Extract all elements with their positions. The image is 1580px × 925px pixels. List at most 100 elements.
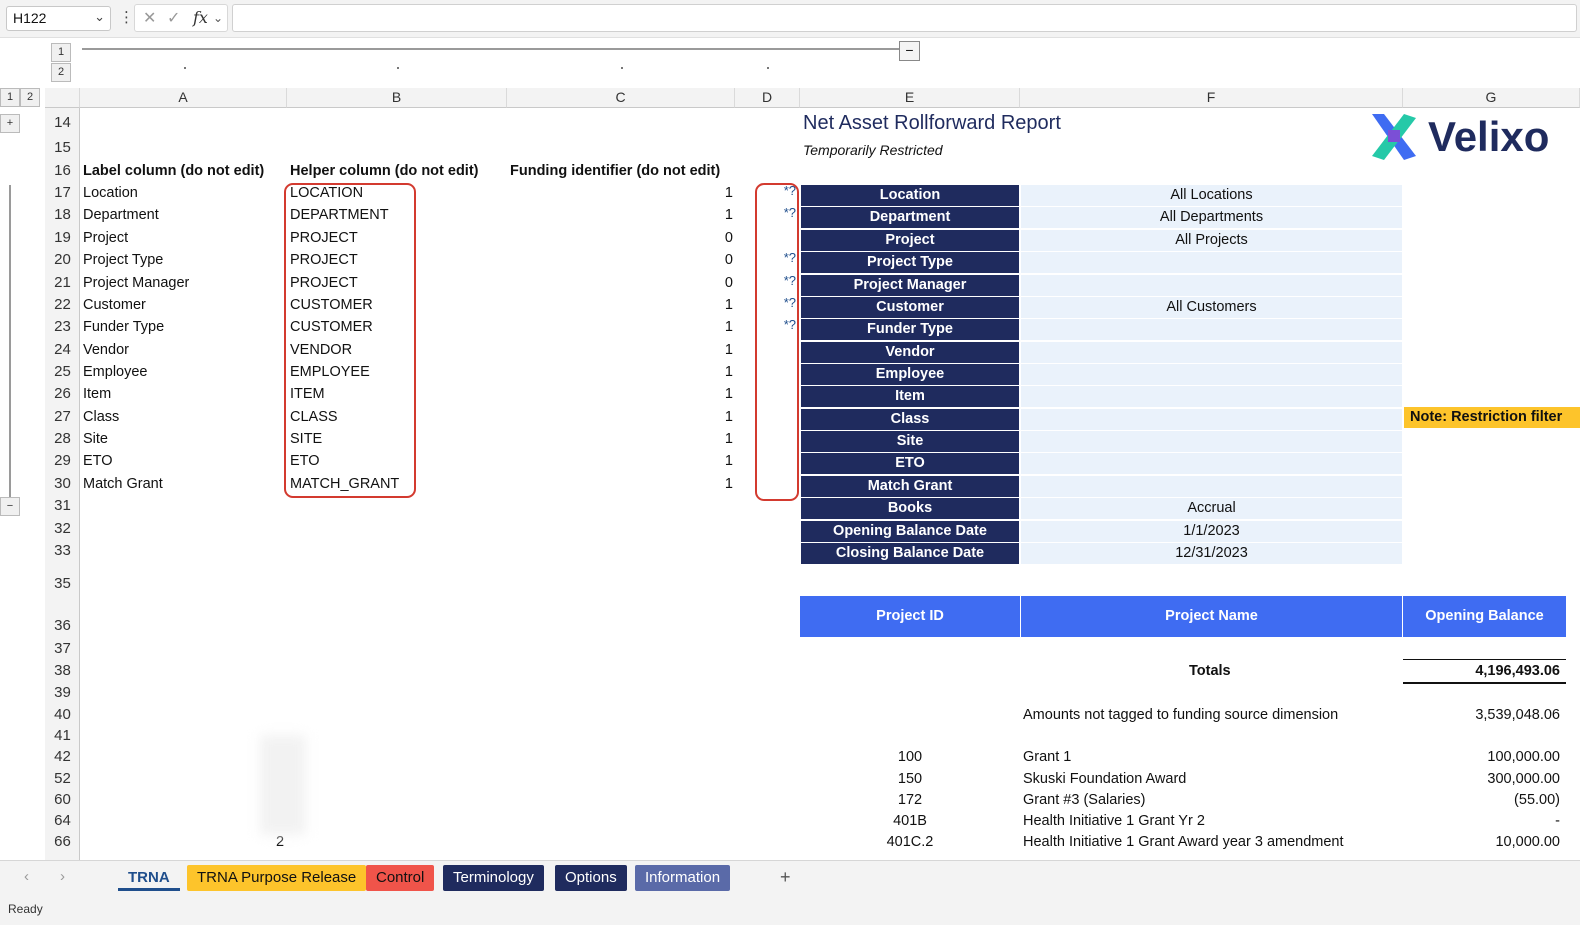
row-group-bracket: [9, 185, 11, 500]
column-header-a[interactable]: A: [80, 88, 287, 108]
expand-row-group-button[interactable]: +: [0, 114, 20, 133]
col-outline-level-1[interactable]: 1: [51, 43, 71, 62]
row-header[interactable]: 28: [45, 430, 80, 447]
add-sheet-button[interactable]: +: [780, 867, 791, 888]
filter-value[interactable]: All Projects: [1021, 230, 1402, 251]
row-header[interactable]: 29: [45, 452, 80, 469]
project-name-header[interactable]: Project Name: [1021, 596, 1402, 637]
sheet-tab[interactable]: Information: [635, 865, 731, 891]
row-header[interactable]: 14: [45, 114, 80, 131]
row-header[interactable]: 20: [45, 251, 80, 268]
funding-identifier: 1: [724, 185, 733, 201]
chevron-down-icon[interactable]: ⌄: [213, 11, 223, 25]
filter-value[interactable]: [1021, 386, 1402, 407]
column-header-d[interactable]: D: [735, 88, 800, 108]
dimension-label: Match Grant: [83, 476, 163, 492]
row-header[interactable]: 40: [45, 706, 80, 723]
enter-icon[interactable]: ✓: [167, 8, 180, 28]
filter-label: Project Manager: [801, 275, 1019, 296]
column-header-b[interactable]: B: [287, 88, 507, 108]
row-header[interactable]: 19: [45, 229, 80, 246]
formula-input[interactable]: [232, 4, 1577, 32]
sheet-tab[interactable]: Control: [366, 865, 435, 891]
filter-value[interactable]: [1021, 476, 1402, 497]
funding-identifier: 1: [724, 207, 733, 223]
outline-dot: [397, 67, 399, 69]
opening-balance-header[interactable]: Opening Balance: [1403, 596, 1566, 637]
row-header[interactable]: 22: [45, 296, 80, 313]
sheet-tab[interactable]: TRNA Purpose Release: [187, 865, 367, 891]
row-header[interactable]: 32: [45, 520, 80, 537]
collapse-row-group-button[interactable]: −: [0, 497, 20, 516]
row-header[interactable]: 41: [45, 727, 80, 744]
scroll-tabs-left-icon[interactable]: ‹: [24, 868, 29, 885]
row-header[interactable]: 27: [45, 408, 80, 425]
collapse-column-group-button[interactable]: −: [899, 41, 920, 61]
funding-identifier: 1: [724, 431, 733, 447]
row-outline-level-1[interactable]: 1: [0, 88, 20, 107]
column-header-g[interactable]: G: [1403, 88, 1580, 108]
filter-label: Closing Balance Date: [801, 543, 1019, 564]
row-header[interactable]: 39: [45, 684, 80, 701]
row-header[interactable]: 26: [45, 385, 80, 402]
row-header[interactable]: 42: [45, 748, 80, 765]
filter-value[interactable]: [1021, 252, 1402, 273]
row-header[interactable]: 64: [45, 812, 80, 829]
row-header[interactable]: 52: [45, 770, 80, 787]
row-outline-level-2[interactable]: 2: [20, 88, 40, 107]
funding-identifier-header: Funding identifier (do not edit): [510, 163, 721, 179]
row-header[interactable]: 24: [45, 341, 80, 358]
row-header[interactable]: 16: [45, 162, 80, 179]
untagged-label: Amounts not tagged to funding source dim…: [1023, 707, 1339, 723]
name-box[interactable]: H122 ⌄: [6, 6, 111, 31]
filter-value[interactable]: All Locations: [1021, 185, 1402, 206]
sheet-tab[interactable]: Terminology: [443, 865, 544, 891]
row-header[interactable]: 31: [45, 497, 80, 514]
filter-value[interactable]: [1021, 275, 1402, 296]
scroll-tabs-right-icon[interactable]: ›: [60, 868, 65, 885]
filter-label: Customer: [801, 297, 1019, 318]
sheet-tab-bar: ‹ › TRNA TRNA Purpose Release Control Termi…: [0, 860, 1580, 896]
row-header[interactable]: 35: [45, 575, 80, 592]
row-header[interactable]: 38: [45, 662, 80, 679]
row-header[interactable]: 33: [45, 542, 80, 559]
row-header[interactable]: 36: [45, 617, 80, 634]
filter-value[interactable]: [1021, 319, 1402, 340]
filter-value[interactable]: Accrual: [1021, 498, 1402, 519]
row-header[interactable]: 37: [45, 640, 80, 657]
velixo-logo-text: Velixo: [1428, 113, 1550, 160]
chevron-down-icon[interactable]: ⌄: [94, 9, 105, 25]
filter-value[interactable]: [1021, 342, 1402, 363]
sheet-tab[interactable]: TRNA: [118, 865, 180, 891]
more-options-icon[interactable]: ⋮: [119, 8, 134, 26]
row-header[interactable]: 23: [45, 318, 80, 335]
filter-value[interactable]: All Customers: [1021, 297, 1402, 318]
col-outline-level-2[interactable]: 2: [51, 63, 71, 82]
row-header[interactable]: 30: [45, 475, 80, 492]
project-id-header[interactable]: Project ID: [800, 596, 1020, 637]
filter-value[interactable]: 12/31/2023: [1021, 543, 1402, 564]
filter-value[interactable]: [1021, 409, 1402, 430]
row-header[interactable]: 15: [45, 139, 80, 156]
funding-identifier: 1: [724, 342, 733, 358]
row-header[interactable]: 17: [45, 184, 80, 201]
filter-value[interactable]: All Departments: [1021, 207, 1402, 228]
column-header-c[interactable]: C: [507, 88, 735, 108]
column-header-e[interactable]: E: [800, 88, 1020, 108]
filter-value[interactable]: 1/1/2023: [1021, 521, 1402, 542]
filter-value[interactable]: [1021, 364, 1402, 385]
insert-function-icon[interactable]: fx: [193, 8, 208, 27]
funding-identifier: 1: [724, 453, 733, 469]
cancel-icon[interactable]: ✕: [143, 8, 156, 28]
sheet-tab[interactable]: Options: [555, 865, 627, 891]
filter-value[interactable]: [1021, 453, 1402, 474]
row-header[interactable]: 18: [45, 206, 80, 223]
row-header[interactable]: 21: [45, 274, 80, 291]
row-header[interactable]: 66: [45, 833, 80, 850]
redacted-area: [260, 735, 306, 835]
row-header[interactable]: 60: [45, 791, 80, 808]
row-header[interactable]: 25: [45, 363, 80, 380]
select-all-corner[interactable]: [45, 88, 80, 108]
column-header-f[interactable]: F: [1020, 88, 1403, 108]
filter-value[interactable]: [1021, 431, 1402, 452]
